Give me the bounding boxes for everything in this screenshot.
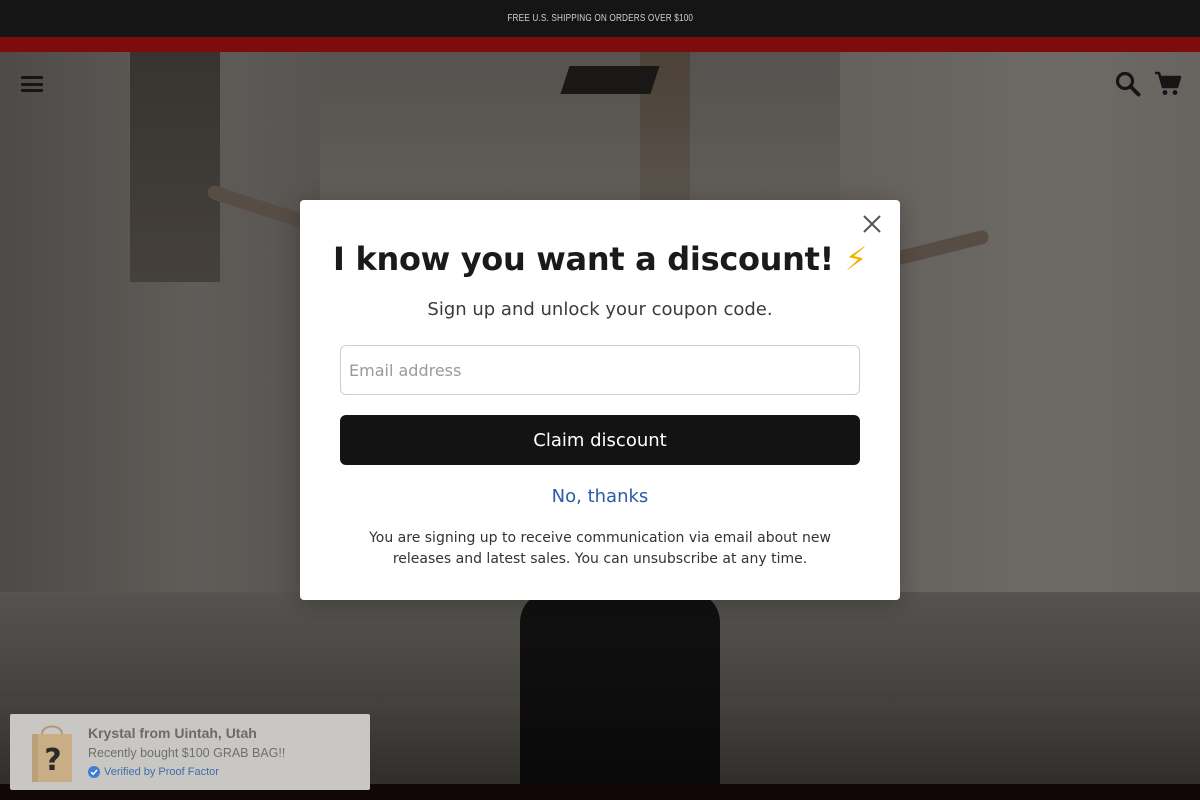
modal-title-text: I know you want a discount! [333,240,834,278]
proof-purchase-text: Recently bought $100 GRAB BAG!! [88,746,286,760]
cart-button[interactable] [1150,66,1186,102]
verified-check-icon [88,766,100,778]
proof-verified: Verified by Proof Factor [88,766,219,778]
modal-title: I know you want a discount! ⚡ [300,240,900,278]
search-button[interactable] [1110,66,1146,102]
modal-subtitle: Sign up and unlock your coupon code. [427,299,773,320]
hamburger-menu-icon [21,76,43,92]
accent-bar [0,37,1200,52]
close-icon [863,215,881,233]
proof-verified-text: Verified by Proof Factor [104,766,219,778]
announcement-text: FREE U.S. SHIPPING ON ORDERS OVER $100 [507,13,693,24]
svg-text:?: ? [44,743,61,778]
email-field[interactable] [340,345,860,395]
consent-text: You are signing up to receive communicat… [369,530,831,567]
no-thanks-link[interactable]: No, thanks [300,486,900,507]
announcement-bar: FREE U.S. SHIPPING ON ORDERS OVER $100 [0,0,1200,37]
proof-customer-name: Krystal from Uintah, Utah [88,725,257,741]
cart-icon [1155,71,1182,95]
shopping-bag-icon: ? [32,725,72,782]
claim-discount-button[interactable]: Claim discount [340,415,860,465]
close-modal-button[interactable] [858,210,886,238]
search-icon [1115,71,1141,97]
menu-button[interactable] [16,68,48,100]
lightning-icon: ⚡ [844,240,867,278]
